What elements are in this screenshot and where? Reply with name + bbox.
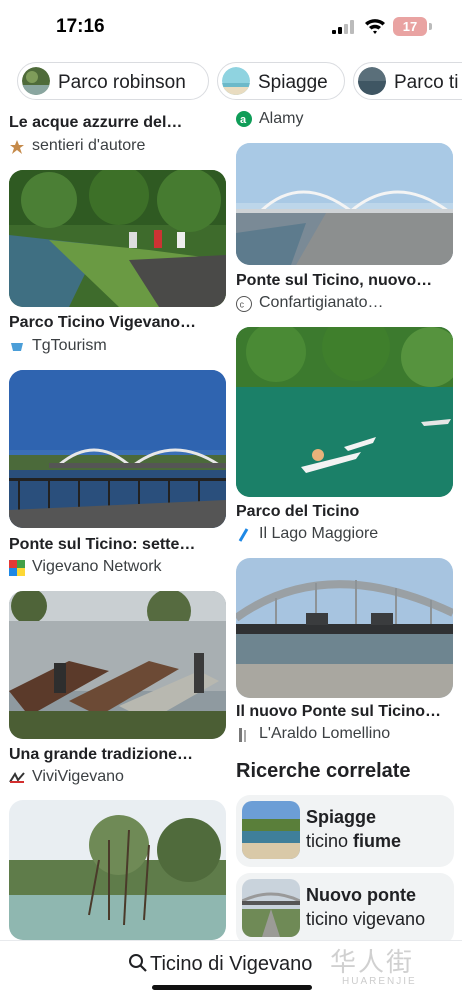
related-search-nuovo-ponte[interactable]: Nuovo ponte ticino vigevano: [236, 873, 454, 945]
result-image[interactable]: [9, 800, 226, 940]
filter-chips: Parco robinson Spiagge Parco ti: [0, 58, 462, 106]
result-title[interactable]: Le acque azzurre del…: [9, 114, 226, 132]
result-title[interactable]: Ponte sul Ticino, nuovo…: [236, 272, 453, 290]
site-favicon: [9, 339, 25, 355]
svg-text:c: c: [240, 300, 245, 310]
battery-icon: 17: [393, 17, 427, 36]
watermark-subtext: HUARENJIE: [342, 976, 417, 987]
related-thumbnail: [242, 801, 300, 859]
result-image[interactable]: [9, 170, 226, 307]
site-favicon: [9, 560, 25, 576]
chip-label: Spiagge: [258, 72, 328, 93]
site-favicon: a: [236, 111, 252, 127]
result-image[interactable]: [236, 558, 453, 698]
result-title[interactable]: Una grande tradizione…: [9, 746, 226, 764]
wifi-icon: [365, 19, 385, 34]
site-favicon: [9, 139, 25, 155]
search-query[interactable]: Ticino di Vigevano: [150, 953, 312, 976]
chip-parco-robinson[interactable]: Parco robinson: [17, 62, 209, 100]
result-title[interactable]: Parco Ticino Vigevano…: [9, 314, 226, 332]
result-source: Vigevano Network: [32, 558, 162, 575]
chip-label: Parco robinson: [58, 72, 186, 93]
related-subtitle: ticino vigevano: [306, 909, 426, 929]
result-image[interactable]: [236, 143, 453, 265]
result-source: sentieri d'autore: [32, 137, 146, 154]
result-source: Confartigianato…: [259, 294, 384, 311]
site-favicon: [236, 727, 252, 743]
result-title[interactable]: Il nuovo Ponte sul Ticino…: [236, 703, 453, 721]
result-title[interactable]: Ponte sul Ticino: sette…: [9, 536, 226, 554]
chip-thumbnail: [22, 67, 50, 95]
result-image[interactable]: [9, 591, 226, 739]
result-source: ViviVigevano: [32, 768, 124, 785]
chip-thumbnail: [222, 67, 250, 95]
related-title: Nuovo ponte: [306, 885, 416, 905]
chip-label: Parco ti: [394, 72, 459, 93]
result-source: TgTourism: [32, 337, 107, 354]
result-image[interactable]: [236, 327, 453, 497]
home-indicator[interactable]: [152, 985, 312, 990]
related-searches-heading: Ricerche correlate: [236, 760, 411, 782]
related-search-spiagge[interactable]: Spiagge ticino fiume: [236, 795, 454, 867]
site-favicon: c: [236, 296, 252, 312]
chip-spiagge[interactable]: Spiagge: [217, 62, 345, 100]
svg-text:a: a: [240, 114, 247, 126]
result-source: Il Lago Maggiore: [259, 525, 379, 542]
search-icon: [129, 954, 147, 972]
result-title[interactable]: Parco del Ticino: [236, 503, 453, 521]
related-thumbnail: [242, 879, 300, 937]
result-source: Alamy: [259, 110, 304, 127]
chip-thumbnail: [358, 67, 386, 95]
site-favicon: [9, 770, 25, 786]
battery-cap: [429, 23, 432, 30]
site-favicon: [236, 527, 252, 543]
status-time: 17:16: [56, 16, 105, 37]
watermark-logo: 华人街: [330, 948, 415, 978]
chip-parco-ticino[interactable]: Parco ti: [353, 62, 462, 100]
related-subtitle: ticino fiume: [306, 831, 402, 851]
related-title: Spiagge: [306, 807, 377, 827]
cellular-signal-icon: [332, 20, 354, 34]
result-source: L'Araldo Lomellino: [259, 725, 391, 742]
result-image[interactable]: [9, 370, 226, 528]
status-bar: 17:16 17: [0, 0, 462, 56]
